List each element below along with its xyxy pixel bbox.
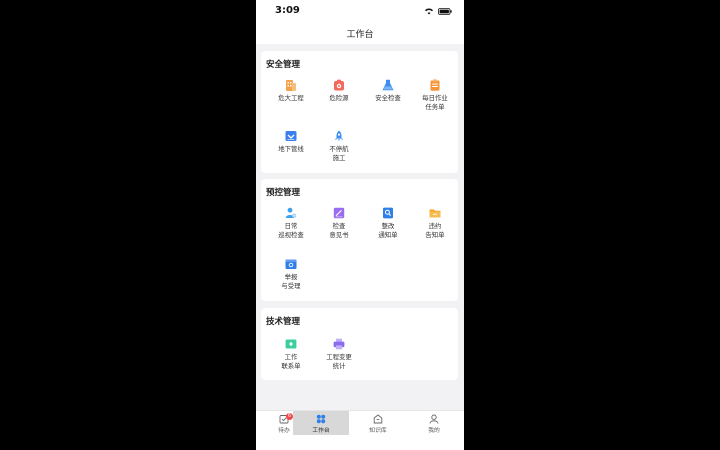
item-label: 不停航 施工 <box>329 145 349 162</box>
profile-icon <box>429 414 439 424</box>
clipboard-icon <box>430 79 440 91</box>
item-report-and-acceptance[interactable]: 举报 与受理 <box>267 258 315 291</box>
tab-workbench[interactable]: 工作台 <box>293 411 349 436</box>
alarm-icon <box>334 79 344 91</box>
status-icons <box>424 7 452 15</box>
item-label: 每日作业 任务单 <box>422 94 448 111</box>
page-title: 工作台 <box>346 30 374 40</box>
item-label: 安全检查 <box>375 94 401 102</box>
knowledge-icon <box>373 414 383 424</box>
item-engineering-change-stats[interactable]: 工程变更 统计 <box>315 338 363 371</box>
item-hazard-source[interactable]: 危险源 <box>315 79 363 103</box>
contact-card-icon <box>285 339 297 349</box>
item-label: 工程变更 统计 <box>326 353 352 370</box>
building-icon <box>286 80 296 91</box>
document-pen-icon <box>333 207 345 219</box>
item-label: 检查 意见书 <box>329 222 349 239</box>
pipe-icon <box>285 131 297 141</box>
battery-icon <box>438 7 452 15</box>
wifi-icon <box>425 8 433 15</box>
item-label: 整改 通知单 <box>378 222 398 239</box>
item-label: 地下管线 <box>278 145 304 153</box>
item-label: 违约 告知单 <box>425 222 445 239</box>
section-title: 预控管理 <box>266 188 301 198</box>
status-time: 3:09 <box>275 5 300 16</box>
item-inspection-opinion[interactable]: 检查 意见书 <box>315 207 363 240</box>
section-title: 安全管理 <box>266 60 301 70</box>
tab-label: 知识库 <box>369 428 387 434</box>
todo-badge: 6 <box>286 413 293 420</box>
report-box-icon <box>285 259 297 269</box>
tab-bar: 6 待办 工作台 知识库 我的 <box>256 410 464 436</box>
search-doc-icon <box>383 207 393 219</box>
item-label: 危大工程 <box>278 94 304 102</box>
folder-icon <box>429 209 441 218</box>
item-underground-pipeline[interactable]: 地下管线 <box>267 130 315 154</box>
item-label: 日常 巡视检查 <box>278 222 304 239</box>
status-bar: 3:09 <box>256 0 464 22</box>
phone-screen: 3:09 工作台 安全管理 危大工程 危险源 安全检查 每日作业 任务单 地下管… <box>256 0 464 450</box>
item-non-stop-construction[interactable]: 不停航 施工 <box>315 130 363 163</box>
item-label: 工作 联系单 <box>281 353 301 370</box>
item-work-contact-sheet[interactable]: 工作 联系单 <box>267 338 315 371</box>
item-label: 举报 与受理 <box>281 273 301 290</box>
tab-label: 工作台 <box>312 428 330 434</box>
item-breach-notice[interactable]: 违约 告知单 <box>411 207 459 240</box>
flask-icon <box>382 79 394 91</box>
inspector-icon <box>285 207 297 218</box>
item-daily-patrol-inspection[interactable]: 日常 巡视检查 <box>267 207 315 240</box>
rocket-icon <box>334 130 344 142</box>
nav-bar: 工作台 <box>256 22 464 44</box>
home-indicator-area <box>256 435 464 450</box>
item-major-hazard-project[interactable]: 危大工程 <box>267 79 315 103</box>
item-label: 危险源 <box>329 94 349 102</box>
section-title: 技术管理 <box>266 317 301 327</box>
section-technical-management: 技术管理 工作 联系单 工程变更 统计 <box>261 308 458 380</box>
printer-icon <box>333 338 345 350</box>
section-safety-management: 安全管理 危大工程 危险源 安全检查 每日作业 任务单 地下管线 不停航 施工 <box>261 51 458 173</box>
item-rectification-notice[interactable]: 整改 通知单 <box>364 207 412 240</box>
tab-label: 我的 <box>428 428 440 434</box>
item-daily-task-sheet[interactable]: 每日作业 任务单 <box>411 79 459 112</box>
item-safety-inspection[interactable]: 安全检查 <box>364 79 412 103</box>
tab-knowledge-base[interactable]: 知识库 <box>350 411 406 436</box>
workbench-icon <box>316 414 326 424</box>
tab-profile[interactable]: 我的 <box>406 411 462 436</box>
section-precontrol-management: 预控管理 日常 巡视检查 检查 意见书 整改 通知单 违约 告知单 举报 与受理 <box>261 179 458 301</box>
